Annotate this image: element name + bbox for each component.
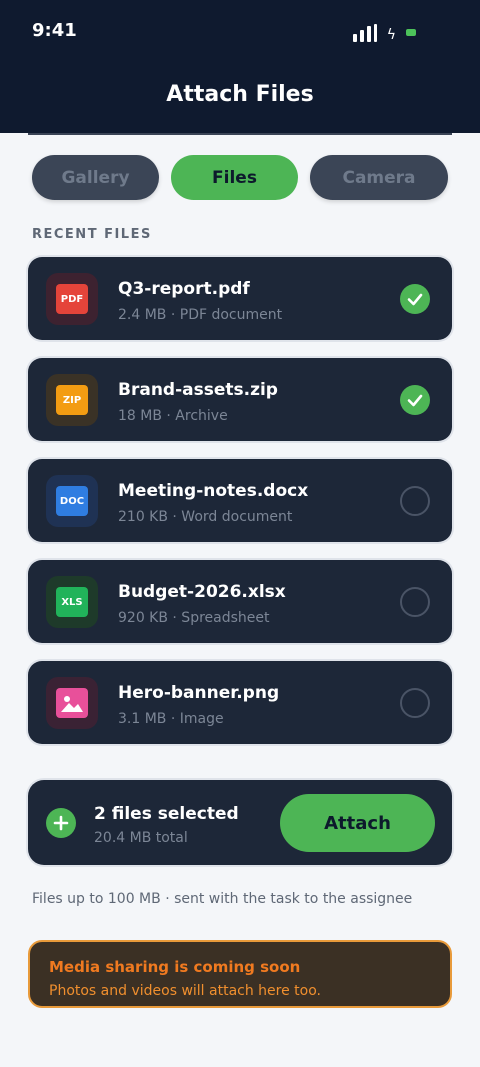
notice-text: Photos and videos will attach here too.	[49, 983, 322, 999]
battery-icon	[406, 29, 416, 36]
file-meta: 210 KB · Word document	[118, 509, 293, 525]
file-name: Brand-assets.zip	[118, 380, 278, 400]
pdf-icon: PDF	[56, 284, 88, 314]
selected-count: 2 files selected	[94, 804, 239, 824]
file-row-hero-banner[interactable]: Hero-banner.png 3.1 MB · Image	[28, 661, 452, 744]
file-meta: 3.1 MB · Image	[118, 711, 224, 727]
file-row-budget[interactable]: XLS Budget-2026.xlsx 920 KB · Spreadshee…	[28, 560, 452, 643]
file-meta: 18 MB · Archive	[118, 408, 228, 424]
file-row-q3-report[interactable]: PDF Q3-report.pdf 2.4 MB · PDF document	[28, 257, 452, 340]
size-limit-note: Files up to 100 MB · sent with the task …	[32, 891, 413, 907]
file-type-icon	[46, 677, 98, 729]
signal-icon	[352, 24, 377, 42]
tab-camera[interactable]: Camera	[310, 155, 448, 200]
empty-checkbox-icon[interactable]	[400, 688, 430, 718]
attach-button[interactable]: Attach	[280, 794, 435, 852]
app-header: 9:41 ϟ Attach Files	[0, 0, 480, 133]
empty-checkbox-icon[interactable]	[400, 587, 430, 617]
charging-icon: ϟ	[386, 27, 396, 43]
selection-summary: 2 files selected 20.4 MB total Attach	[28, 780, 452, 865]
status-icons: ϟ	[352, 18, 416, 43]
notice-title: Media sharing is coming soon	[49, 958, 301, 976]
file-type-icon: XLS	[46, 576, 98, 628]
file-list: PDF Q3-report.pdf 2.4 MB · PDF document …	[28, 257, 452, 762]
image-icon	[56, 688, 88, 718]
selected-size: 20.4 MB total	[94, 830, 188, 846]
file-type-icon: PDF	[46, 273, 98, 325]
zip-icon: ZIP	[56, 385, 88, 415]
doc-icon: DOC	[56, 486, 88, 516]
file-row-meeting-notes[interactable]: DOC Meeting-notes.docx 210 KB · Word doc…	[28, 459, 452, 542]
xls-icon: XLS	[56, 587, 88, 617]
page-title: Attach Files	[166, 82, 314, 107]
file-meta: 2.4 MB · PDF document	[118, 307, 283, 323]
tab-files[interactable]: Files	[171, 155, 298, 200]
file-name: Q3-report.pdf	[118, 279, 250, 299]
checkmark-icon[interactable]	[400, 385, 430, 415]
file-type-icon: ZIP	[46, 374, 98, 426]
tab-gallery[interactable]: Gallery	[32, 155, 159, 200]
empty-checkbox-icon[interactable]	[400, 486, 430, 516]
section-label: RECENT FILES	[32, 227, 152, 242]
file-name: Meeting-notes.docx	[118, 481, 309, 501]
header-divider	[28, 133, 452, 135]
file-row-brand-assets[interactable]: ZIP Brand-assets.zip 18 MB · Archive	[28, 358, 452, 441]
file-name: Budget-2026.xlsx	[118, 582, 286, 602]
file-type-icon: DOC	[46, 475, 98, 527]
file-name: Hero-banner.png	[118, 683, 280, 703]
status-time: 9:41	[32, 20, 77, 41]
file-meta: 920 KB · Spreadsheet	[118, 610, 270, 626]
checkmark-icon[interactable]	[400, 284, 430, 314]
source-tabs: Gallery Files Camera	[32, 155, 448, 200]
coming-soon-notice: Media sharing is coming soon Photos and …	[28, 940, 452, 1008]
plus-icon[interactable]	[46, 808, 76, 838]
